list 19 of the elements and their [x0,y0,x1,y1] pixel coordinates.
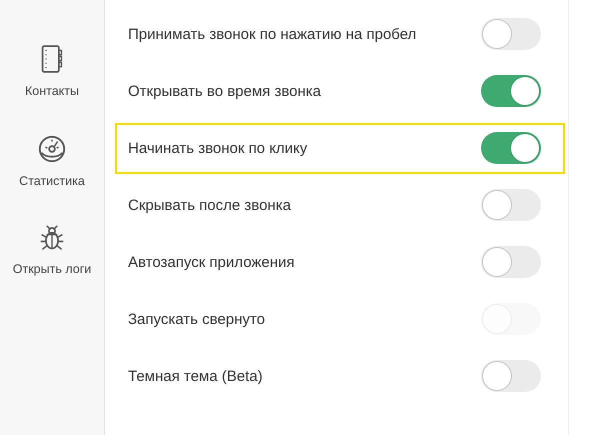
notebook-icon [40,44,64,74]
toggle-switch[interactable] [481,360,541,392]
toggle-switch[interactable] [481,246,541,278]
setting-label: Принимать звонок по нажатию на пробел [128,25,416,45]
toggle-switch[interactable] [481,132,541,164]
sidebar-item[interactable]: Контакты [12,44,92,100]
sidebar-item[interactable]: Статистика [12,134,92,190]
setting-label: Запускать свернуто [128,310,265,330]
gauge-icon [37,134,67,164]
setting-label: Начинать звонок по клику [128,139,308,159]
sidebar-item[interactable]: Открыть логи [12,224,92,278]
setting-label: Автозапуск приложения [128,253,295,273]
setting-label: Скрывать после звонка [128,196,291,216]
setting-label: Открывать во время звонка [128,82,321,102]
toggle-switch[interactable] [481,189,541,221]
toggle-switch[interactable] [481,18,541,50]
toggle-switch[interactable] [481,75,541,107]
bug-icon [39,224,65,252]
setting-label: Темная тема (Beta) [128,367,263,387]
